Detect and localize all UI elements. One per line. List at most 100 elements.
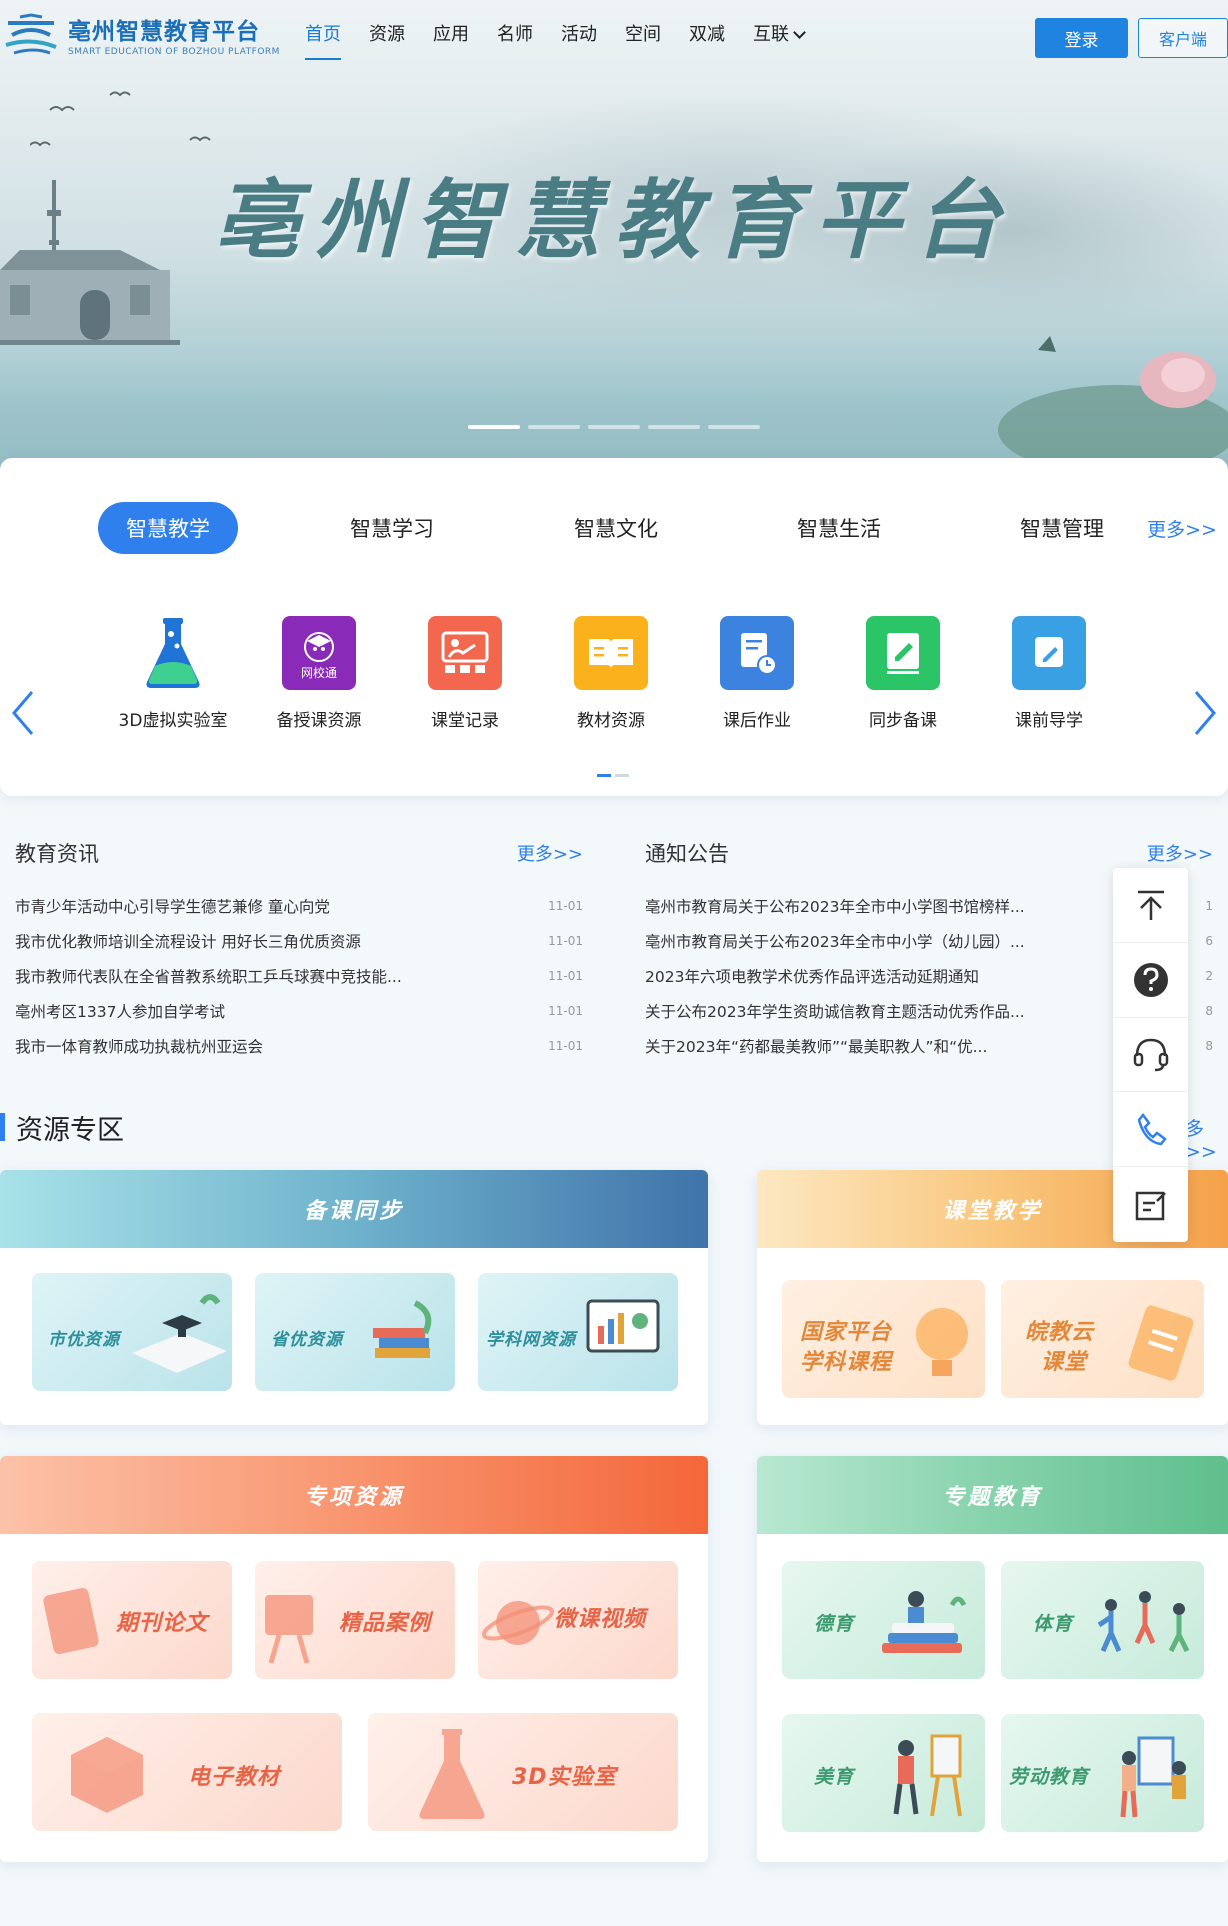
- category-tabs: 智慧教学 智慧学习 智慧文化 智慧生活 智慧管理 更多>>: [98, 502, 1218, 554]
- news-item-date: 11-01: [548, 1003, 583, 1018]
- panel-lesson-sync-title: 备课同步: [0, 1170, 708, 1248]
- lightbulb-icon: [916, 1308, 968, 1376]
- tile-city-resources[interactable]: 市优资源: [32, 1273, 232, 1391]
- panel-lesson-sync: 备课同步 市优资源 省优资源 学科网资源: [0, 1170, 708, 1425]
- notice-item-date: 8: [1205, 1003, 1213, 1018]
- tile-label: 美育: [814, 1766, 855, 1788]
- hero-banner[interactable]: 亳州智慧教育平台: [0, 0, 1228, 470]
- tab-smart-teaching[interactable]: 智慧教学: [98, 502, 238, 554]
- back-to-top-button[interactable]: [1113, 868, 1188, 943]
- app-3d-lab[interactable]: 3D虚拟实验室: [100, 616, 246, 731]
- tile-micro-lecture-videos[interactable]: 微课视频: [478, 1561, 678, 1679]
- notice-item-date: 2: [1205, 968, 1213, 983]
- tile-wanjiaoyun-classroom[interactable]: 皖教云 课堂: [1001, 1280, 1204, 1398]
- app-pre-class-guide[interactable]: 课前导学: [976, 616, 1122, 731]
- panel-thematic-education: 专题教育 德育 体育 美育 劳动教育: [757, 1456, 1228, 1862]
- category-more-link[interactable]: 更多>>: [1146, 502, 1218, 554]
- notice-item-title: 亳州市教育局关于公布2023年全市中小学（幼儿园）...: [645, 932, 1025, 951]
- nav-double-reduction[interactable]: 双减: [689, 18, 725, 48]
- news-item[interactable]: 市青少年活动中心引导学生德艺兼修 童心向党 11-01: [15, 888, 583, 923]
- news-item[interactable]: 亳州考区1337人参加自学考试 11-01: [15, 993, 583, 1028]
- chevron-right-icon[interactable]: [1190, 688, 1220, 738]
- carousel-dot[interactable]: [588, 425, 640, 429]
- tab-smart-culture[interactable]: 智慧文化: [550, 502, 682, 554]
- site-logo[interactable]: 亳州智慧教育平台 SMART EDUCATION OF BOZHOU PLATF…: [4, 12, 280, 57]
- tile-journal-papers[interactable]: 期刊论文: [32, 1561, 232, 1679]
- news-item-date: 11-01: [548, 933, 583, 948]
- tile-e-textbooks[interactable]: 电子教材: [32, 1713, 342, 1831]
- pager-dot[interactable]: [615, 774, 629, 777]
- tab-smart-learning[interactable]: 智慧学习: [326, 502, 458, 554]
- nav-activities[interactable]: 活动: [561, 18, 597, 48]
- planet-icon: [482, 1601, 555, 1645]
- tile-province-resources[interactable]: 省优资源: [255, 1273, 455, 1391]
- news-item[interactable]: 我市一体育教师成功执裁杭州亚运会 11-01: [15, 1028, 583, 1063]
- phone-icon: [1137, 1113, 1167, 1146]
- flask-icon: [136, 616, 210, 690]
- tile-3d-lab[interactable]: 3D实验室: [368, 1713, 678, 1831]
- edit-note-icon: [1135, 1191, 1166, 1220]
- feedback-button[interactable]: [1113, 1167, 1188, 1242]
- client-button[interactable]: 客户端: [1138, 18, 1228, 58]
- tab-smart-life[interactable]: 智慧生活: [773, 502, 905, 554]
- app-label: 同步备课: [869, 711, 937, 731]
- tile-subject-network-resources[interactable]: 学科网资源: [478, 1273, 678, 1391]
- nav-interconnect[interactable]: 互联: [753, 18, 806, 48]
- login-button[interactable]: 登录: [1035, 18, 1128, 58]
- app-homework[interactable]: 课后作业: [684, 616, 830, 731]
- headset-icon: [1133, 1039, 1168, 1072]
- app-textbook[interactable]: 教材资源: [538, 616, 684, 731]
- nav-resources[interactable]: 资源: [369, 18, 405, 48]
- book-icon: [574, 616, 648, 690]
- app-label: 3D虚拟实验室: [118, 711, 228, 731]
- carousel-dot[interactable]: [708, 425, 760, 429]
- help-button[interactable]: [1113, 943, 1188, 1018]
- tile-featured-cases[interactable]: 精品案例: [255, 1561, 455, 1679]
- news-more-link[interactable]: 更多>>: [517, 840, 583, 866]
- tile-label: 市优资源: [48, 1330, 120, 1350]
- education-news: 教育资讯 更多>> 市青少年活动中心引导学生德艺兼修 童心向党 11-01 我市优…: [15, 838, 583, 1063]
- category-card: 智慧教学 智慧学习 智慧文化 智慧生活 智慧管理 更多>> 3D虚拟实验室 网校…: [0, 458, 1228, 796]
- carousel-dot[interactable]: [648, 425, 700, 429]
- notice-item-date: 1: [1205, 898, 1213, 913]
- app-classroom-record[interactable]: 课堂记录: [392, 616, 538, 731]
- labor-workers-icon: [1120, 1736, 1186, 1818]
- tile-label: 精品案例: [339, 1611, 432, 1636]
- chevron-left-icon[interactable]: [8, 688, 38, 738]
- app-sync-lesson-prep[interactable]: 同步备课: [830, 616, 976, 731]
- tile-labor-education[interactable]: 劳动教育: [1001, 1714, 1204, 1832]
- app-prep-resources[interactable]: 网校通 备授课资源: [246, 616, 392, 731]
- pager-dot[interactable]: [597, 774, 611, 777]
- tile-moral-education[interactable]: 德育: [782, 1561, 985, 1679]
- carousel-dot[interactable]: [468, 425, 520, 429]
- chart-board-icon: [586, 1299, 660, 1353]
- birds-decoration: [30, 91, 211, 147]
- tile-national-platform-courses[interactable]: 国家平台 学科课程: [782, 1280, 985, 1398]
- guide-icon: [1012, 616, 1086, 690]
- customer-service-button[interactable]: [1113, 1018, 1188, 1093]
- tab-smart-management[interactable]: 智慧管理: [996, 502, 1128, 554]
- tile-label: 劳动教育: [1009, 1766, 1090, 1788]
- tile-physical-education[interactable]: 体育: [1001, 1561, 1204, 1679]
- nav-home[interactable]: 首页: [305, 18, 341, 60]
- news-item[interactable]: 我市教师代表队在全省普教系统职工乒乓球赛中竞技能... 11-01: [15, 958, 583, 993]
- news-item-title: 我市优化教师培训全流程设计 用好长三角优质资源: [15, 932, 361, 951]
- tile-label: 皖教云: [1025, 1320, 1095, 1345]
- carousel-dot[interactable]: [528, 425, 580, 429]
- tile-art-education[interactable]: 美育: [782, 1714, 985, 1832]
- tile-label: 体育: [1033, 1613, 1074, 1635]
- panel-special-resources: 专项资源 期刊论文 精品案例 微课视频 电子教材 3D实验室: [0, 1456, 708, 1862]
- main-nav: 首页 资源 应用 名师 活动 空间 双减 互联: [305, 18, 832, 60]
- news-item-title: 我市教师代表队在全省普教系统职工乒乓球赛中竞技能...: [15, 967, 402, 986]
- nav-space[interactable]: 空间: [625, 18, 661, 48]
- carousel-indicators[interactable]: [468, 425, 760, 429]
- nav-teachers[interactable]: 名师: [497, 18, 533, 48]
- wangxiaotong-icon: 网校通: [282, 616, 356, 690]
- nav-apps[interactable]: 应用: [433, 18, 469, 48]
- app-pager[interactable]: [597, 774, 629, 777]
- news-item[interactable]: 我市优化教师培训全流程设计 用好长三角优质资源 11-01: [15, 923, 583, 958]
- notices-more-link[interactable]: 更多>>: [1147, 840, 1213, 866]
- phone-button[interactable]: [1113, 1092, 1188, 1168]
- resource-more-link[interactable]: 多>>: [1185, 1114, 1228, 1163]
- clipboard-icon: [1128, 1305, 1194, 1381]
